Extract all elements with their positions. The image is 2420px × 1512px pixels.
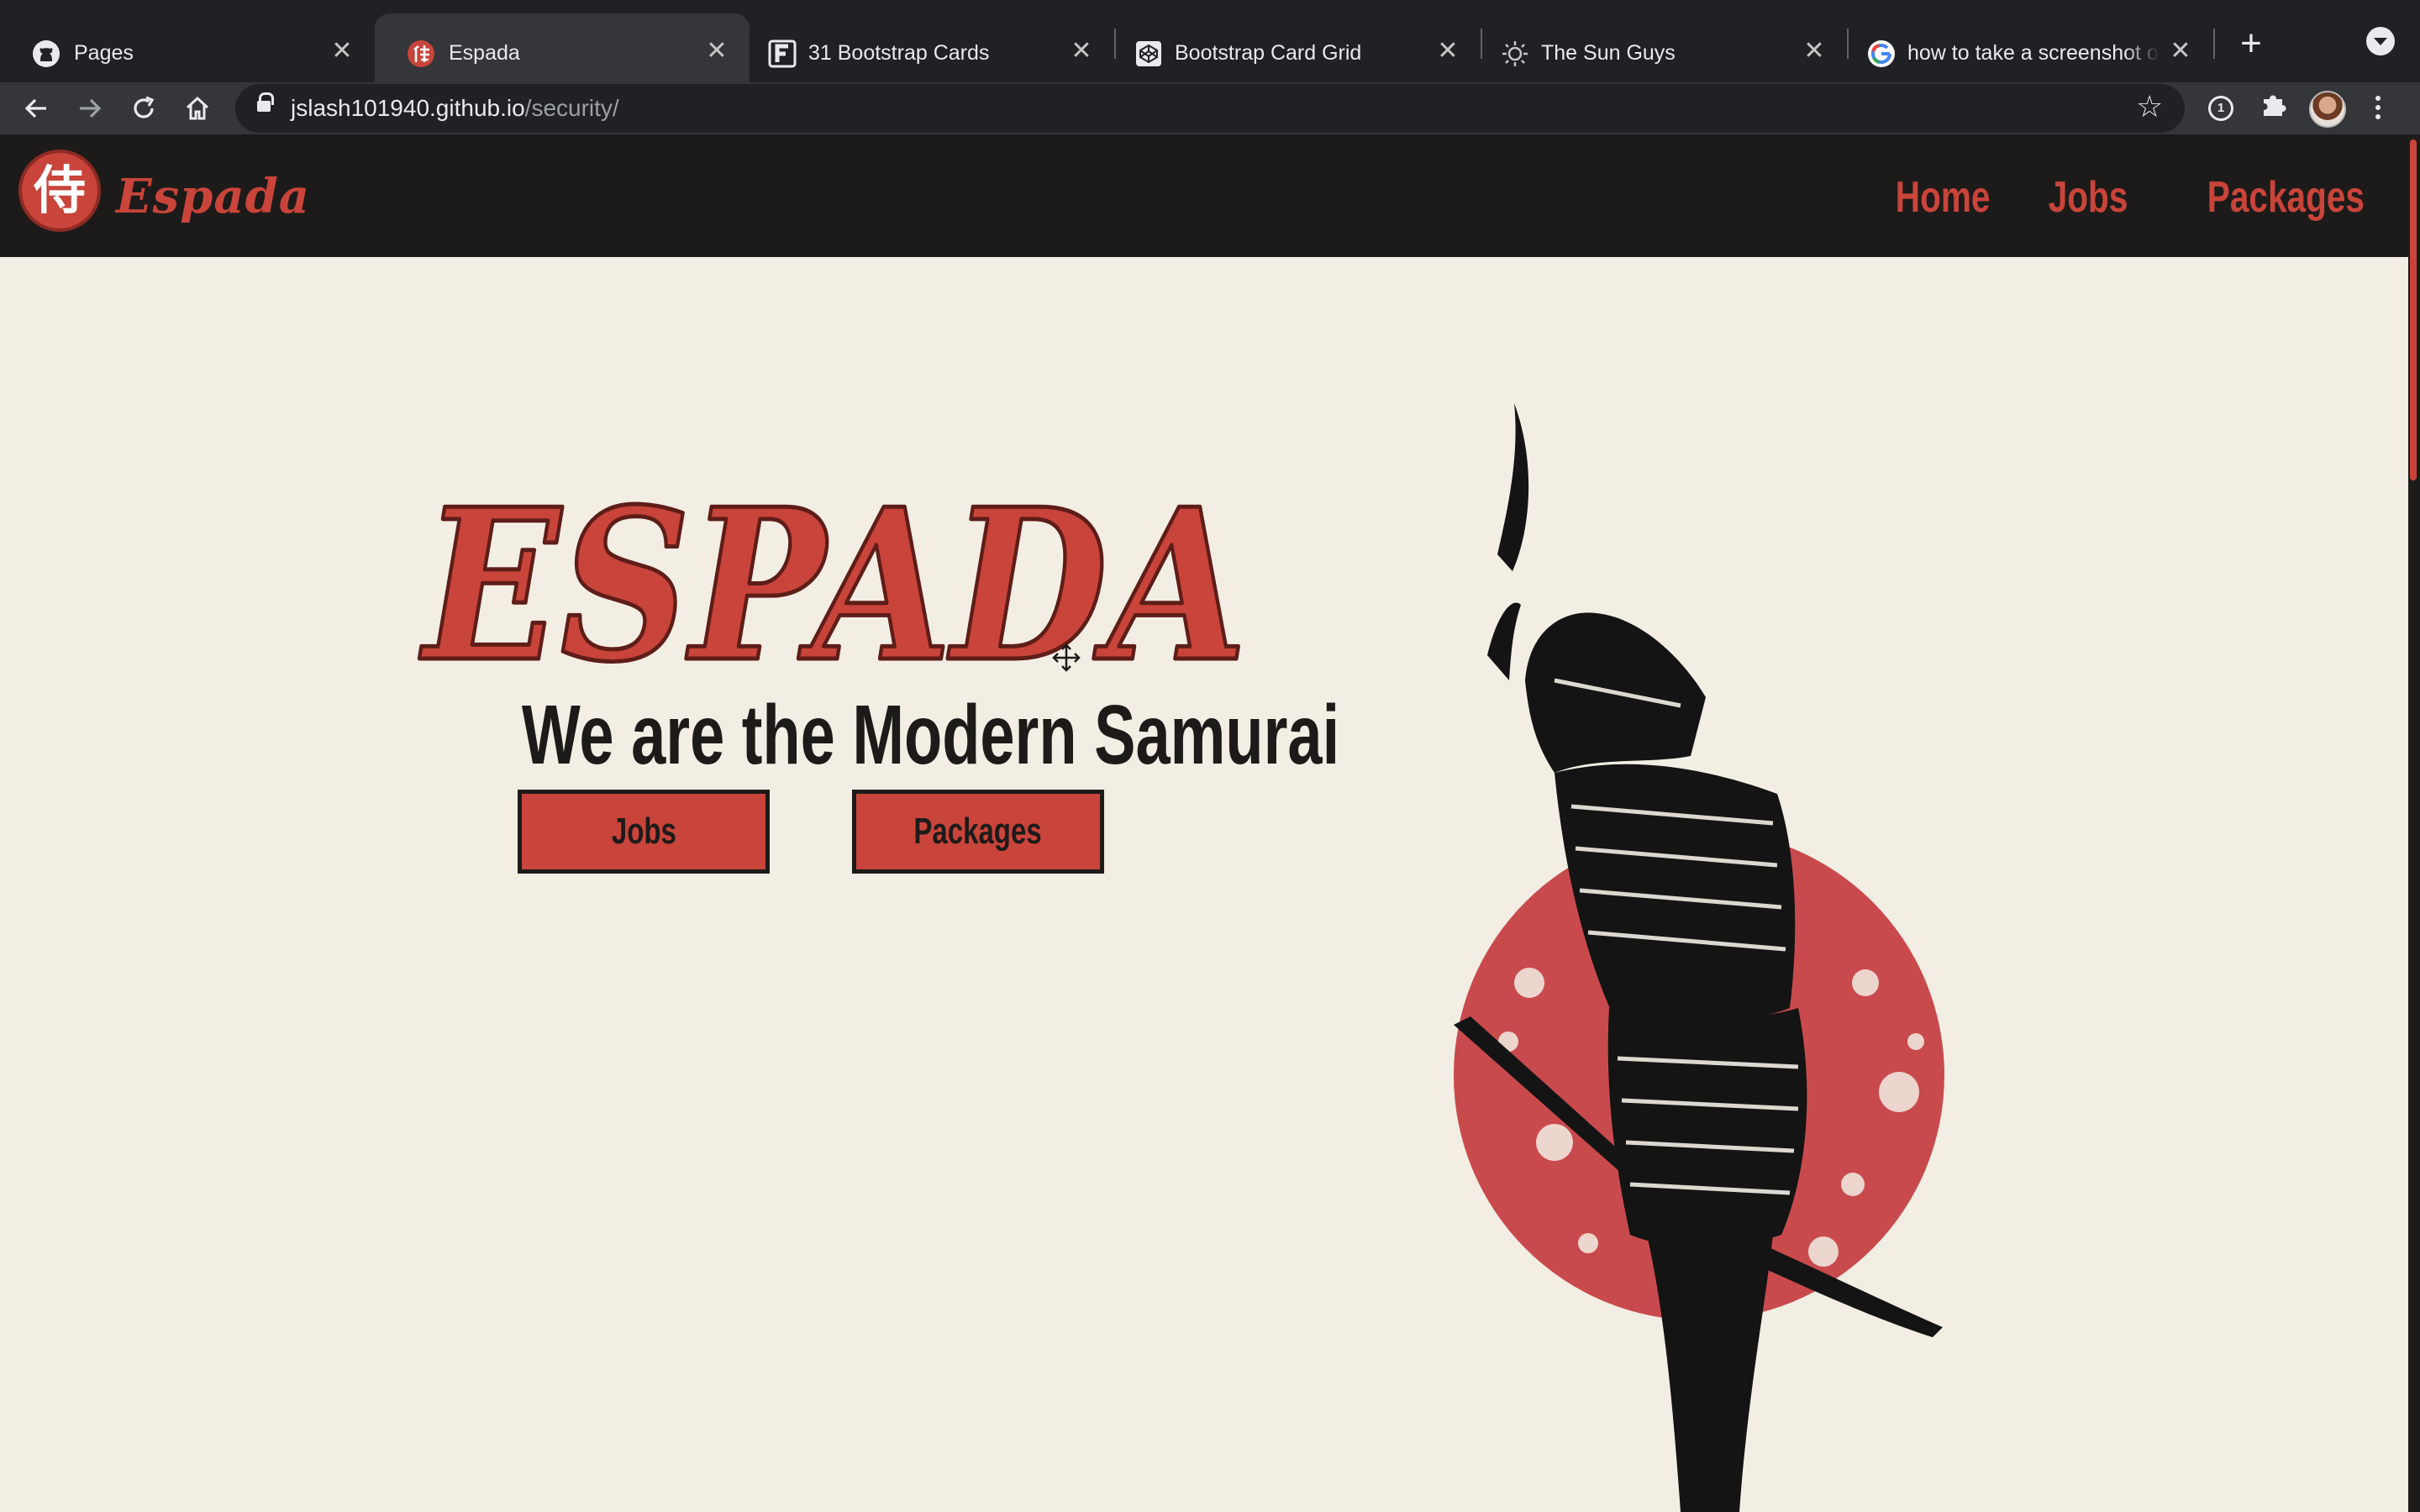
samurai-illustration: [1454, 403, 1944, 1512]
profile-avatar[interactable]: [2309, 91, 2346, 128]
move-cursor-icon: [1052, 643, 1081, 672]
tab-espada[interactable]: Espada ✕: [375, 13, 750, 82]
arrow-right-icon: [80, 98, 102, 118]
bookmark-star-icon[interactable]: ☆: [2136, 91, 2163, 123]
tab-bootstrap-card-grid[interactable]: Bootstrap Card Grid ✕: [1116, 13, 1481, 82]
url-host: jslash101940.github.io: [291, 95, 525, 121]
more-menu-icon[interactable]: [2371, 92, 2385, 126]
github-icon: [32, 39, 60, 68]
close-tab-icon[interactable]: ✕: [1800, 37, 1828, 66]
tab-title: The Sun Guys: [1541, 41, 1676, 65]
home-icon: [186, 96, 209, 120]
codepen-icon: [1134, 39, 1163, 68]
reload-icon: [134, 96, 155, 118]
samurai-kanji-logo[interactable]: 侍: [18, 150, 101, 232]
jobs-button-label: Jobs: [611, 811, 676, 852]
logo-kanji: 侍: [33, 160, 86, 221]
nav-packages-link[interactable]: Packages: [2207, 171, 2365, 223]
tab-google-search[interactable]: how to take a screenshot o ✕: [1849, 13, 2213, 82]
hero-subtitle: We are the Modern Samurai: [521, 688, 1340, 782]
url-path: /security/: [524, 95, 619, 121]
browser-toolbar: jslash101940.github.io/security/ ☆ 1: [0, 82, 2420, 134]
close-tab-icon[interactable]: ✕: [2166, 37, 2195, 66]
address-bar[interactable]: jslash101940.github.io/security/: [235, 84, 2185, 133]
tab-pages[interactable]: Pages ✕: [0, 13, 375, 82]
f-logo-icon: [768, 39, 797, 68]
lock-icon[interactable]: [257, 92, 274, 117]
extension-badge-icon[interactable]: 1: [2208, 96, 2233, 121]
site-navbar: 侍 Espada Home Jobs Packages: [0, 134, 2408, 257]
page-scrollbar-thumb[interactable]: [2410, 139, 2417, 480]
hero-title: ESPADA: [417, 464, 1249, 682]
tab-search-icon[interactable]: [2366, 27, 2395, 55]
web-page: 侍 Espada Home Jobs Packages ESPADA We ar…: [0, 134, 2420, 1512]
hero-title-text: ESPADA: [419, 464, 1247, 682]
tab-title: 31 Bootstrap Cards: [808, 41, 990, 65]
nav-home-link[interactable]: Home: [1896, 171, 1991, 223]
site-brand[interactable]: Espada: [116, 170, 310, 223]
new-tab-button[interactable]: +: [2232, 25, 2270, 64]
close-tab-icon[interactable]: ✕: [1067, 37, 1096, 66]
site-nav-links: Home Jobs Packages: [1869, 171, 2365, 223]
browser-tab-strip: Pages ✕ Espada ✕ 31 Bootstrap Cards ✕ Bo…: [0, 0, 2420, 82]
tab-title: Pages: [74, 41, 134, 65]
tab-title: how to take a screenshot o: [1907, 41, 2159, 65]
sun-icon: [1501, 39, 1529, 68]
close-tab-icon[interactable]: ✕: [1434, 37, 1462, 66]
nav-jobs-link[interactable]: Jobs: [2048, 171, 2128, 223]
packages-button[interactable]: Packages: [852, 790, 1104, 874]
google-icon: [1867, 39, 1896, 68]
samurai-kanji-icon: [407, 39, 435, 68]
tab-separator: [2213, 29, 2215, 59]
close-tab-icon[interactable]: ✕: [702, 37, 731, 66]
home-button[interactable]: [175, 86, 220, 131]
tab-the-sun-guys[interactable]: The Sun Guys ✕: [1482, 13, 1847, 82]
reload-button[interactable]: [121, 86, 166, 131]
tab-title: Bootstrap Card Grid: [1175, 41, 1362, 65]
back-button[interactable]: [13, 86, 59, 131]
tab-bootstrap-cards[interactable]: 31 Bootstrap Cards ✕: [750, 13, 1114, 82]
url-text[interactable]: jslash101940.github.io/security/: [291, 95, 619, 122]
arrow-left-icon: [24, 98, 46, 118]
close-tab-icon[interactable]: ✕: [328, 37, 356, 66]
extensions-puzzle-icon[interactable]: [2259, 89, 2289, 129]
packages-button-label: Packages: [913, 811, 1043, 852]
jobs-button[interactable]: Jobs: [518, 790, 770, 874]
forward-button[interactable]: [67, 86, 113, 131]
tab-title: Espada: [449, 41, 520, 65]
